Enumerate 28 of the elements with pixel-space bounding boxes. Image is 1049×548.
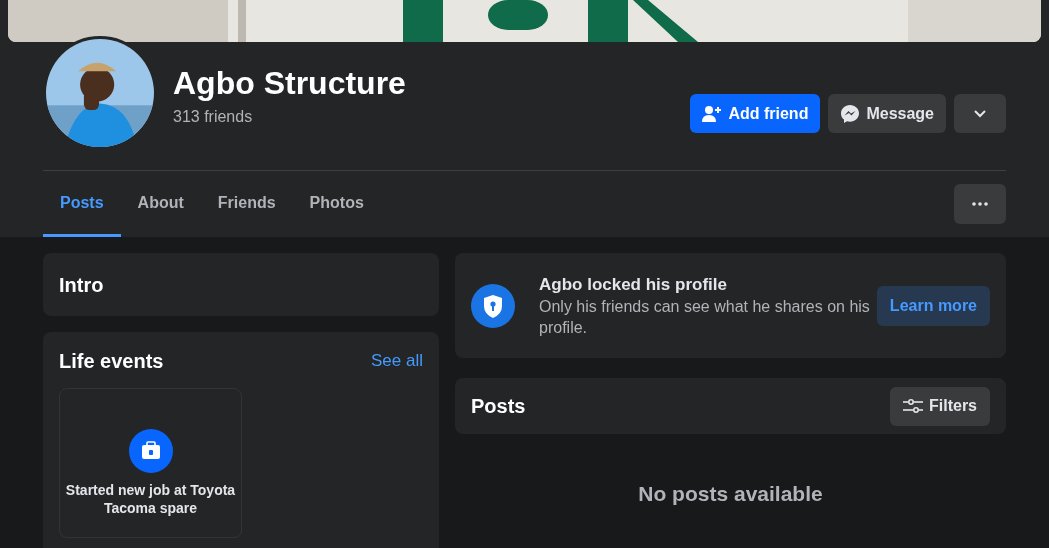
briefcase-icon — [128, 428, 173, 473]
dropdown-button[interactable] — [954, 94, 1006, 133]
empty-message: No posts available — [638, 482, 823, 505]
profile-name: Agbo Structure — [173, 66, 407, 102]
profile-tab[interactable]: Friends — [200, 171, 293, 237]
messenger-icon — [840, 103, 861, 124]
notice-title: Agbo locked his profile — [539, 273, 728, 296]
learn-more-button[interactable]: Learn more — [876, 285, 990, 326]
add-friend-button[interactable]: Add friend — [690, 94, 821, 133]
life-event-text: Started new job at Toyota Tacoma spare — [64, 480, 237, 517]
card-title: Life events — [59, 348, 164, 373]
chevron-down-icon — [974, 109, 986, 118]
notice-text: Only his friends can see what he shares on his profile. — [539, 297, 871, 339]
filter-icon — [903, 399, 923, 413]
message-button[interactable]: Message — [828, 94, 946, 133]
more-icon — [972, 202, 988, 206]
more-options-button[interactable] — [954, 184, 1006, 224]
life-event-card[interactable]: Started new job at Toyota Tacoma spare — [59, 387, 242, 538]
profile-tab[interactable]: Posts — [43, 171, 121, 237]
filters-button[interactable]: Filters — [890, 386, 990, 426]
add-person-icon — [702, 104, 723, 123]
card-title: Posts — [471, 394, 526, 418]
shield-lock-icon — [471, 283, 515, 328]
profile-tab[interactable]: About — [120, 171, 201, 237]
see-all-link[interactable]: See all — [371, 348, 423, 374]
friends-count: 313 friends — [173, 108, 253, 126]
card-title: Intro — [59, 272, 104, 297]
profile-tab[interactable]: Photos — [292, 171, 381, 237]
